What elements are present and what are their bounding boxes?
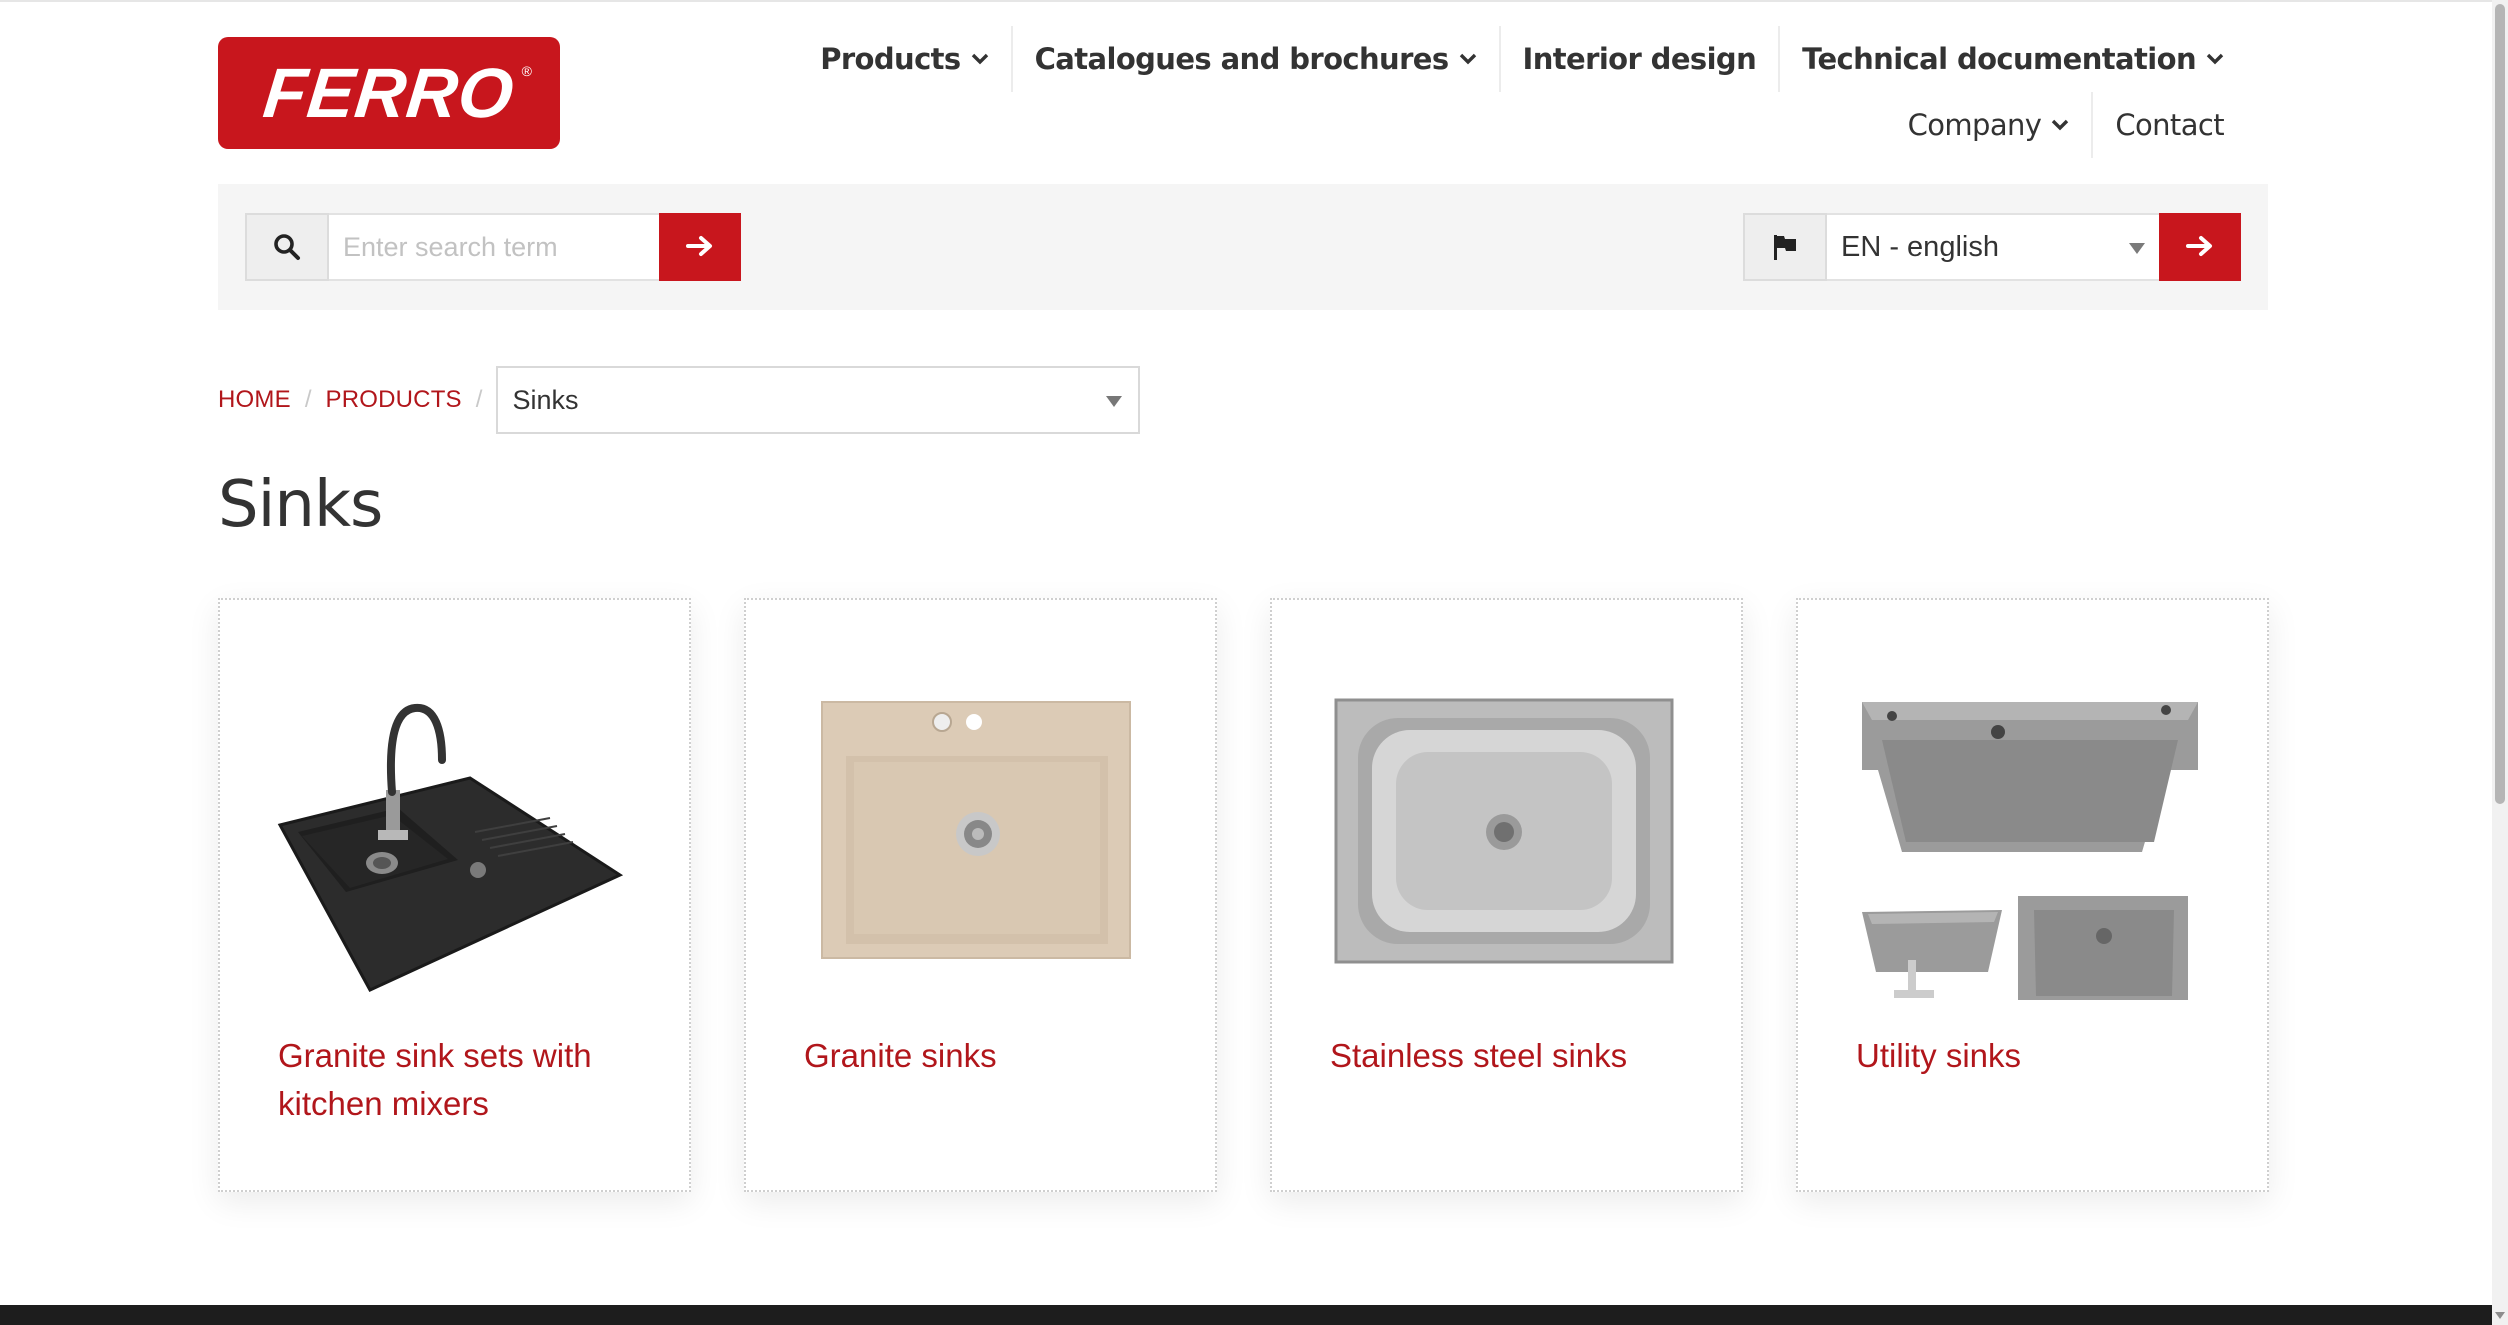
main-nav-row-2: Company Contact [1886,92,2246,158]
category-card[interactable]: Granite sinks [744,598,1217,1192]
category-card[interactable]: Stainless steel sinks [1270,598,1743,1192]
nav-catalogues-label: Catalogues and brochures [1034,42,1450,76]
page-title: Sinks [218,468,383,542]
language-selected-value: EN - english [1841,230,1999,263]
nav-products[interactable]: Products [798,26,1010,92]
nav-contact[interactable]: Contact [2093,92,2246,158]
ferro-logo[interactable]: FERRO ® [218,37,560,149]
granite-sink-set-image [220,660,689,1000]
category-card[interactable]: Utility sinks [1796,598,2269,1192]
arrow-right-icon [685,234,715,261]
category-card-label: Granite sinks [804,1037,997,1074]
nav-contact-label: Contact [2115,108,2224,142]
footer-edge [0,1305,2492,1325]
category-card-label: Granite sink sets with kitchen mixers [278,1037,592,1122]
caret-down-icon [1106,396,1123,407]
search-input[interactable] [329,213,659,281]
nav-company[interactable]: Company [1886,92,2092,158]
search-icon [245,213,329,281]
scrollbar-thumb[interactable] [2495,4,2505,804]
chevron-down-icon [2206,50,2224,68]
breadcrumb-separator: / [304,386,312,413]
search-submit-button[interactable] [659,213,741,281]
category-card-label: Stainless steel sinks [1330,1037,1628,1074]
nav-products-label: Products [820,42,961,76]
search-form [245,213,741,281]
search-language-bar: EN - english [218,184,2268,310]
breadcrumb-home[interactable]: HOME [218,386,291,414]
logo-text: FERRO [259,54,519,132]
breadcrumb: HOME / PRODUCTS / Sinks [218,366,1141,434]
flag-icon [1743,213,1827,281]
nav-technical-documentation-label: Technical documentation [1802,42,2196,76]
category-card[interactable]: Granite sink sets with kitchen mixers [218,598,691,1192]
utility-sinks-image [1798,660,2267,1010]
granite-sink-image [746,660,1215,1000]
top-border [0,0,2492,2]
breadcrumb-products[interactable]: PRODUCTS [325,386,461,414]
category-grid: Granite sink sets with kitchen mixers Gr… [218,598,2269,1192]
breadcrumb-separator: / [475,386,483,413]
chevron-down-icon [2051,116,2069,134]
nav-catalogues[interactable]: Catalogues and brochures [1013,26,1499,92]
category-card-label: Utility sinks [1856,1037,2022,1074]
arrow-right-icon [2185,234,2215,261]
nav-technical-documentation[interactable]: Technical documentation [1780,26,2246,92]
nav-interior-design-label: Interior design [1522,42,1757,76]
category-select-value: Sinks [512,384,579,415]
nav-company-label: Company [1907,108,2042,142]
chevron-down-icon [1459,50,1477,68]
main-nav-row-1: Products Catalogues and brochures Interi… [798,26,2246,92]
caret-down-icon [2129,243,2145,254]
scroll-down-arrow-icon[interactable] [2495,1312,2505,1319]
chevron-down-icon [971,50,989,68]
language-select[interactable]: EN - english [1827,213,2159,281]
nav-interior-design[interactable]: Interior design [1501,26,1779,92]
language-submit-button[interactable] [2159,213,2241,281]
language-form: EN - english [1743,213,2241,281]
registered-mark: ® [521,63,532,79]
category-select[interactable]: Sinks [496,366,1141,434]
stainless-steel-sink-image [1272,660,1741,1000]
page-scrollbar[interactable] [2492,0,2508,1325]
